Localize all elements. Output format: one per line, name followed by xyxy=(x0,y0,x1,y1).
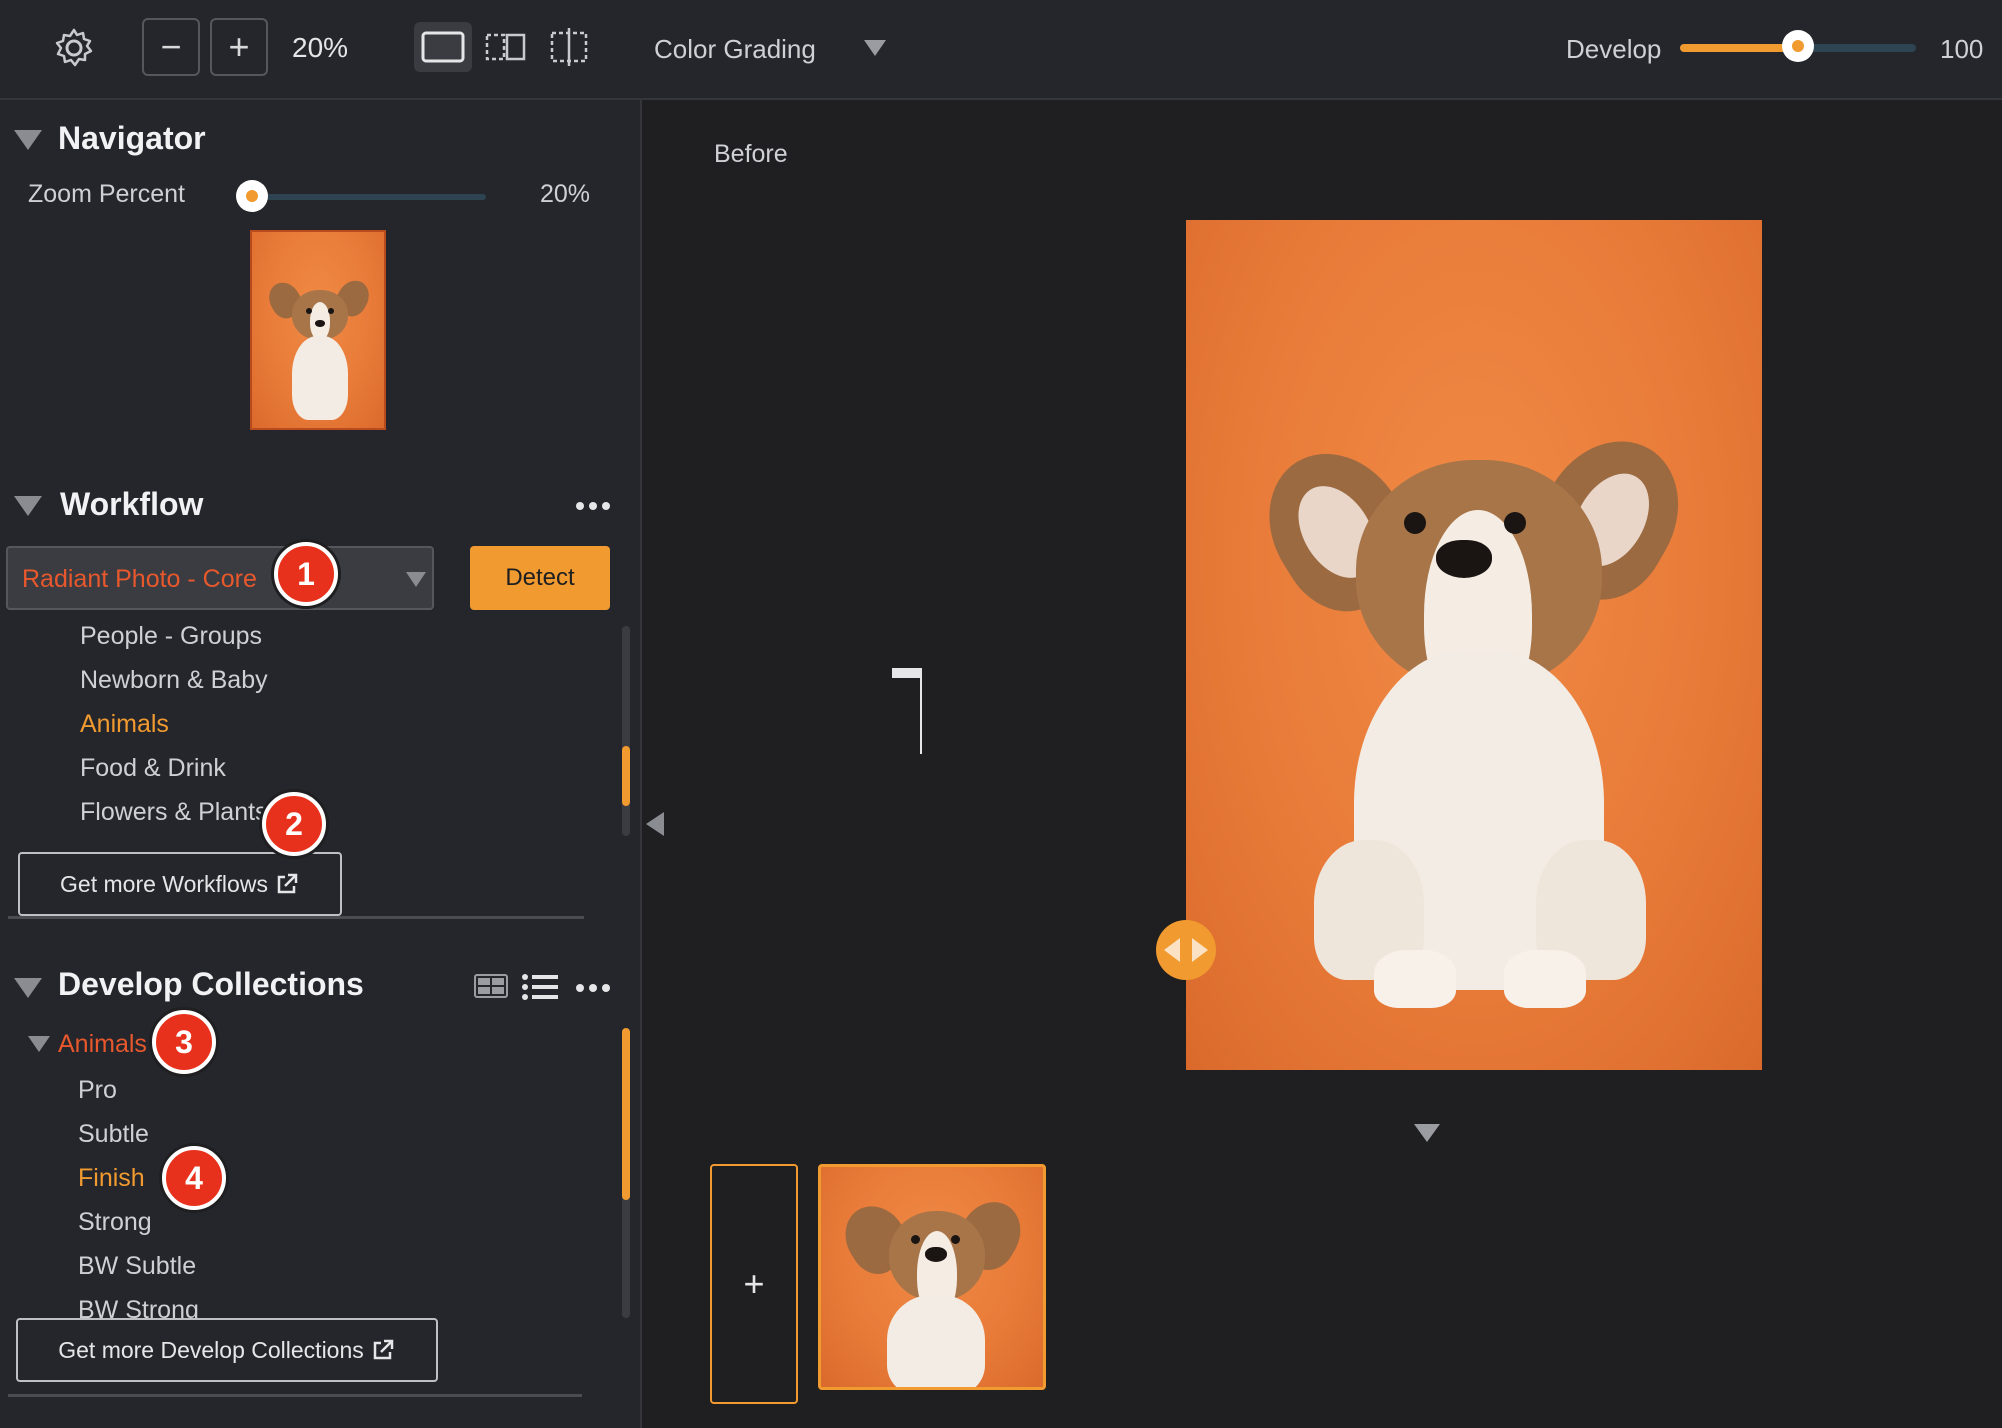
puppy-image xyxy=(252,232,384,428)
navigator-collapse-toggle[interactable] xyxy=(14,130,42,150)
get-more-collections-label: Get more Develop Collections xyxy=(58,1336,364,1363)
collections-scrollbar[interactable] xyxy=(622,1028,630,1318)
crop-view-button[interactable] xyxy=(544,22,594,72)
collections-collapse-toggle[interactable] xyxy=(14,978,42,998)
collection-group-animals[interactable]: Animals xyxy=(58,1030,147,1059)
add-image-button[interactable]: + xyxy=(710,1164,798,1404)
collection-item[interactable]: BW Strong xyxy=(78,1296,199,1320)
collection-item[interactable]: Subtle xyxy=(78,1120,149,1149)
workflow-item[interactable]: Newborn & Baby xyxy=(80,666,268,695)
workflow-scroll-thumb[interactable] xyxy=(622,746,630,806)
section-divider xyxy=(8,1394,582,1397)
workflow-scrollbar[interactable] xyxy=(622,626,630,836)
add-image-label: + xyxy=(743,1263,765,1304)
callout-badge-1: 1 xyxy=(274,542,338,606)
chevron-down-icon[interactable] xyxy=(864,40,886,56)
collection-item[interactable]: Strong xyxy=(78,1208,152,1237)
workflow-dropdown[interactable]: Radiant Photo - Core xyxy=(6,546,434,610)
workflow-selected: Radiant Photo - Core xyxy=(22,565,257,593)
zoom-percent-label: Zoom Percent xyxy=(28,180,186,208)
workflow-item[interactable]: Flowers & Plants xyxy=(80,798,268,827)
collections-scroll-thumb[interactable] xyxy=(622,1028,630,1200)
workflow-item[interactable]: People - Groups xyxy=(80,622,262,651)
develop-slider[interactable] xyxy=(1680,30,1916,62)
collections-title: Develop Collections xyxy=(58,966,364,1002)
top-toolbar: − + 20% Color Grading Develop 100 xyxy=(0,0,2002,100)
workflow-title: Workflow xyxy=(60,486,204,522)
zoom-in-button[interactable]: + xyxy=(210,18,268,76)
filmstrip-thumbnail[interactable] xyxy=(818,1164,1046,1390)
split-view-icon xyxy=(485,33,526,61)
develop-slider-fill xyxy=(1680,44,1798,52)
external-link-icon xyxy=(277,873,298,894)
puppy-image xyxy=(1186,220,1762,1070)
collection-item[interactable]: BW Subtle xyxy=(78,1252,196,1281)
plus-icon: + xyxy=(228,26,250,67)
callout-badge-4: 4 xyxy=(162,1146,226,1210)
navigator-thumbnail[interactable] xyxy=(250,230,386,430)
more-icon[interactable] xyxy=(576,502,610,510)
before-marker xyxy=(892,668,922,678)
workflow-collapse-toggle[interactable] xyxy=(14,496,42,516)
get-more-workflows-label: Get more Workflows xyxy=(60,870,268,897)
zoom-percent-handle[interactable] xyxy=(236,180,268,212)
gear-icon[interactable] xyxy=(52,26,96,70)
filmstrip-toggle-icon[interactable] xyxy=(1414,1124,1440,1142)
navigator-title: Navigator xyxy=(58,120,206,156)
before-marker-line xyxy=(920,668,922,754)
main-photo[interactable] xyxy=(1186,220,1762,1070)
more-icon[interactable] xyxy=(576,984,610,992)
left-sidebar: Navigator Zoom Percent 20% Workflow Radi… xyxy=(0,100,642,1428)
detect-button[interactable]: Detect xyxy=(470,546,610,610)
callout-badge-3: 3 xyxy=(152,1010,216,1074)
zoom-out-button[interactable]: − xyxy=(142,18,200,76)
get-more-collections-button[interactable]: Get more Develop Collections xyxy=(16,1318,438,1382)
collapse-left-icon[interactable] xyxy=(646,812,664,836)
collection-group-toggle[interactable] xyxy=(28,1036,50,1052)
detect-button-label: Detect xyxy=(505,564,575,591)
section-divider xyxy=(8,916,584,919)
workflow-item[interactable]: Food & Drink xyxy=(80,754,226,783)
collection-item[interactable]: Pro xyxy=(78,1076,117,1105)
list-view-icon[interactable] xyxy=(522,974,558,1000)
zoom-percent-value: 20% xyxy=(540,180,591,208)
develop-slider-handle[interactable] xyxy=(1782,30,1814,62)
single-view-button[interactable] xyxy=(414,22,472,72)
compare-handle-icon[interactable] xyxy=(1156,920,1216,980)
workflow-item-active[interactable]: Animals xyxy=(80,710,169,739)
puppy-image xyxy=(821,1167,1043,1387)
single-view-icon xyxy=(421,31,465,63)
chevron-down-icon xyxy=(406,572,426,587)
zoom-value: 20% xyxy=(292,32,349,63)
grid-view-icon[interactable] xyxy=(474,974,508,998)
crop-view-icon xyxy=(550,28,588,66)
split-view-button[interactable] xyxy=(480,22,530,72)
minus-icon: − xyxy=(160,26,182,67)
callout-badge-2: 2 xyxy=(262,792,326,856)
mode-dropdown-label[interactable]: Color Grading xyxy=(654,34,816,65)
zoom-percent-slider[interactable] xyxy=(236,180,486,212)
before-label: Before xyxy=(714,140,788,168)
develop-value: 100 xyxy=(1940,34,1984,64)
external-link-icon xyxy=(373,1339,394,1360)
develop-label: Develop xyxy=(1566,34,1662,64)
collection-item-active[interactable]: Finish xyxy=(78,1164,145,1193)
get-more-workflows-button[interactable]: Get more Workflows xyxy=(18,852,342,916)
